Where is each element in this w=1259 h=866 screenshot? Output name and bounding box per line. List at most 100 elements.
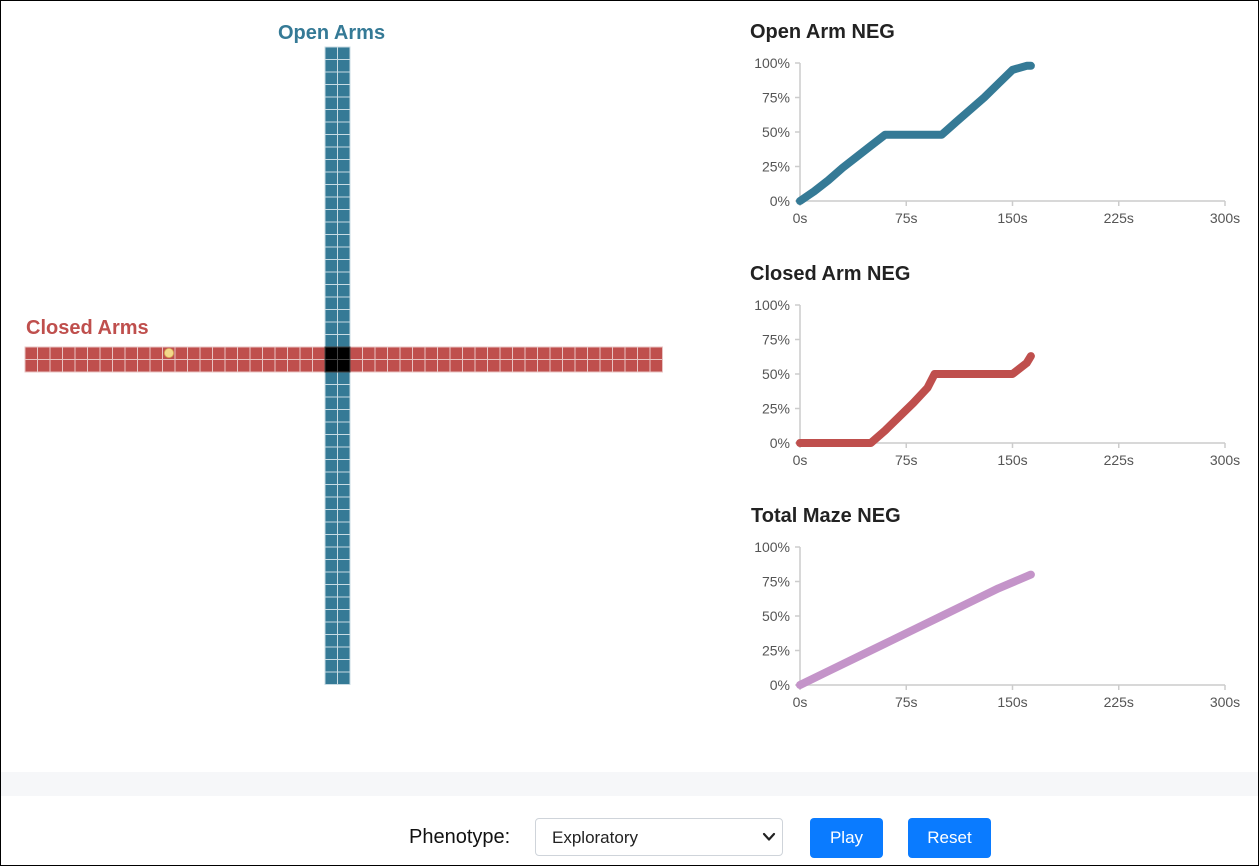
x-tick-label: 0s	[793, 694, 808, 710]
x-tick-label: 75s	[895, 694, 918, 710]
closed-arm-cell	[499, 359, 513, 373]
closed-arm-cell	[62, 346, 76, 360]
open-arm-cell	[337, 321, 351, 335]
phenotype-selected-value: Exploratory	[552, 828, 638, 847]
open-arm-cell	[324, 196, 338, 210]
closed-arm-cell	[487, 346, 501, 360]
open-arm-cell	[337, 671, 351, 685]
play-button[interactable]: Play	[810, 818, 883, 858]
closed-arm-cell	[262, 346, 276, 360]
x-tick-label: 0s	[793, 210, 808, 226]
closed-arm-cell	[224, 359, 238, 373]
open-arm-cell	[324, 371, 338, 385]
y-tick-label: 50%	[762, 366, 790, 382]
y-tick-label: 75%	[762, 574, 790, 590]
open-arm-cell	[337, 646, 351, 660]
open-arm-cell	[324, 171, 338, 185]
open-arm-cell	[324, 484, 338, 498]
closed-arm-cell	[74, 346, 88, 360]
open-arm-cell	[337, 621, 351, 635]
open-arm-cell	[324, 71, 338, 85]
y-tick-label: 50%	[762, 124, 790, 140]
closed-arm-cell	[449, 346, 463, 360]
x-tick-label: 300s	[1210, 694, 1240, 710]
phenotype-select[interactable]: Exploratory	[535, 818, 783, 856]
open-arm-cell	[337, 334, 351, 348]
open-arm-cell	[324, 584, 338, 598]
y-tick-label: 0%	[770, 435, 790, 451]
open-arm-cell	[337, 59, 351, 73]
closed-arm-cell	[24, 346, 38, 360]
open-arm-cell	[324, 521, 338, 535]
closed-arm-cell	[149, 346, 163, 360]
y-tick-label: 100%	[754, 55, 790, 71]
closed-arm-cell	[224, 346, 238, 360]
open-arm-cell	[337, 371, 351, 385]
open-arm-cell	[337, 659, 351, 673]
closed-arm-cell	[374, 346, 388, 360]
closed-arm-cell	[112, 346, 126, 360]
closed-arm-cell	[87, 359, 101, 373]
open-arm-cell	[324, 109, 338, 123]
center-cell	[324, 346, 338, 360]
open-arm-cell	[324, 134, 338, 148]
open-arm-cell	[324, 534, 338, 548]
x-tick-label: 150s	[997, 694, 1027, 710]
closed-arm-cell	[574, 346, 588, 360]
open-arm-cell	[324, 671, 338, 685]
open-arm-cell	[337, 296, 351, 310]
open-arm-cell	[324, 146, 338, 160]
closed-arm-cell	[312, 359, 326, 373]
open-arm-cell	[337, 521, 351, 535]
open-arms-label: Open Arms	[278, 22, 386, 44]
y-tick-label: 0%	[770, 677, 790, 693]
closed-arm-cell	[449, 359, 463, 373]
x-tick-label: 300s	[1210, 210, 1240, 226]
closed-arm-cell	[349, 359, 363, 373]
x-tick-label: 75s	[895, 210, 918, 226]
closed-arm-cell	[387, 346, 401, 360]
closed-arm-cell	[524, 359, 538, 373]
closed-arm-cell	[49, 346, 63, 360]
open-arm-cell	[324, 621, 338, 635]
closed-arms-label: Closed Arms	[26, 317, 149, 339]
open-arm-cell	[324, 121, 338, 135]
closed-arm-cell	[274, 359, 288, 373]
y-tick-label: 25%	[762, 159, 790, 175]
open-arm-cell	[324, 309, 338, 323]
open-arm-cell	[324, 46, 338, 60]
open-arm-cell	[324, 434, 338, 448]
closed-arm-cell	[374, 359, 388, 373]
x-tick-label: 300s	[1210, 452, 1240, 468]
closed-arm-cell	[274, 346, 288, 360]
open-arm-cell	[324, 234, 338, 248]
closed-arm-cell	[149, 359, 163, 373]
x-tick-label: 150s	[997, 210, 1027, 226]
x-tick-label: 225s	[1104, 210, 1134, 226]
closed-arm-cell	[462, 346, 476, 360]
reset-button[interactable]: Reset	[908, 818, 991, 858]
closed-arm-cell	[87, 346, 101, 360]
open-arm-cell	[324, 59, 338, 73]
closed-arm-cell	[137, 359, 151, 373]
open-arm-cell	[337, 309, 351, 323]
closed-arm-cell	[24, 359, 38, 373]
closed-arm-cell	[199, 346, 213, 360]
closed-arm-cell	[637, 346, 651, 360]
open-arm-cell	[337, 559, 351, 573]
open-arm-cell	[337, 596, 351, 610]
open-arm-cell	[324, 459, 338, 473]
open-arm-cell	[337, 409, 351, 423]
closed-arm-cell	[174, 359, 188, 373]
closed-arm-cell	[437, 359, 451, 373]
closed-arm-cell	[112, 359, 126, 373]
closed-arm-cell	[549, 359, 563, 373]
open-arm-cell	[337, 121, 351, 135]
closed-arm-cell	[649, 346, 663, 360]
closed-arm-cell	[262, 359, 276, 373]
closed-arm-cell	[287, 346, 301, 360]
y-tick-label: 25%	[762, 643, 790, 659]
open-arm-cell	[337, 421, 351, 435]
closed-arm-cell	[249, 346, 263, 360]
closed-arm-cell	[424, 359, 438, 373]
